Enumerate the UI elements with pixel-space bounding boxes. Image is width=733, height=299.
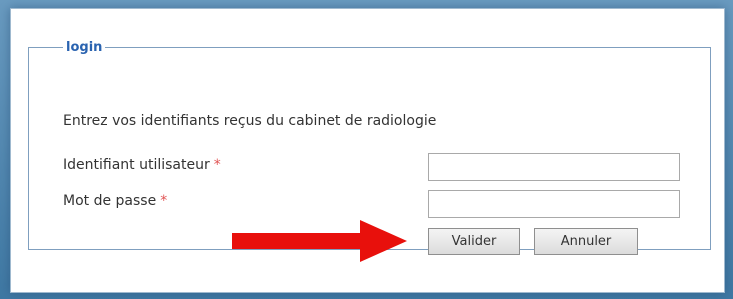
required-asterisk: * bbox=[213, 157, 221, 173]
password-label: Mot de passe * bbox=[63, 193, 167, 209]
username-label: Identifiant utilisateur * bbox=[63, 157, 221, 173]
password-input[interactable] bbox=[428, 190, 680, 218]
validate-button[interactable]: Valider bbox=[428, 228, 520, 255]
username-label-text: Identifiant utilisateur bbox=[63, 157, 210, 173]
required-asterisk: * bbox=[160, 193, 168, 209]
screenshot-frame: login Entrez vos identifiants reçus du c… bbox=[0, 0, 733, 299]
intro-text: Entrez vos identifiants reçus du cabinet… bbox=[63, 113, 437, 129]
password-label-text: Mot de passe bbox=[63, 193, 157, 209]
username-input[interactable] bbox=[428, 153, 680, 181]
right-arrow-icon bbox=[232, 220, 407, 262]
fieldset-legend: login bbox=[66, 40, 103, 55]
cancel-button[interactable]: Annuler bbox=[534, 228, 638, 255]
